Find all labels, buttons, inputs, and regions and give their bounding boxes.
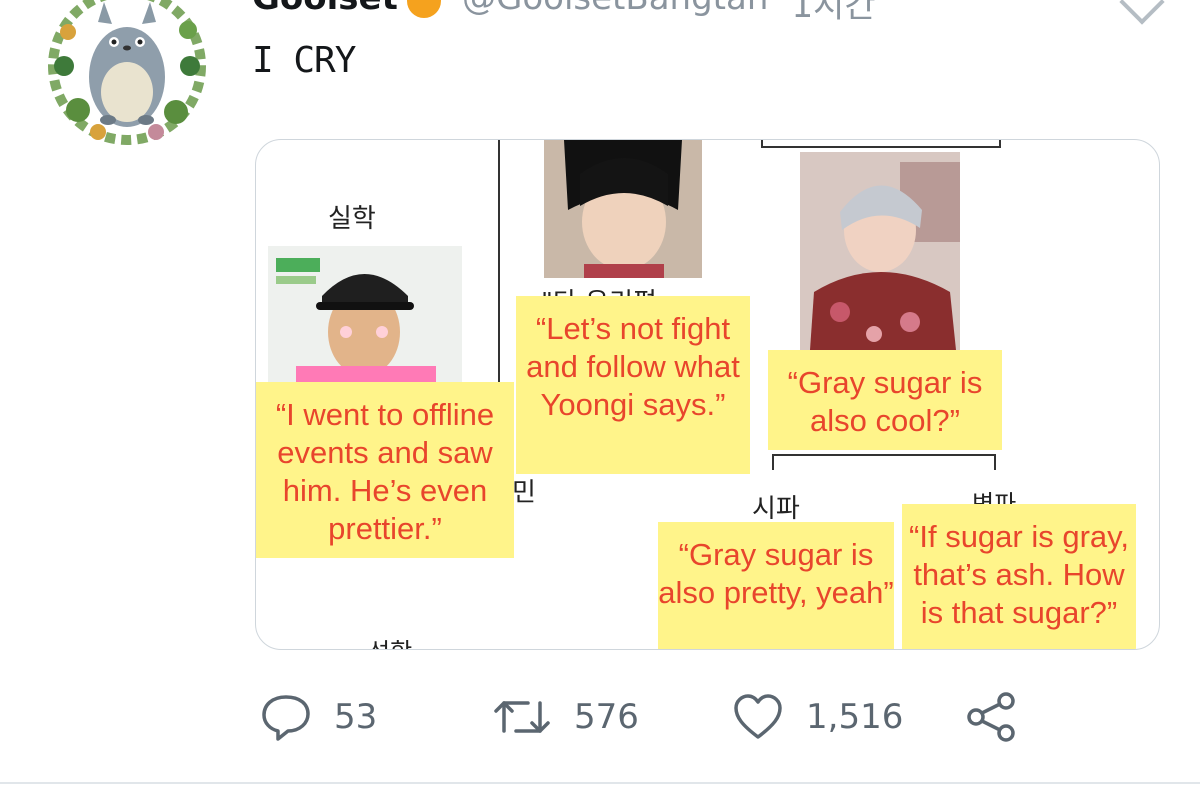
share-button[interactable] [964,685,1020,749]
reply-icon [262,695,310,741]
quote-note-2: “Let’s not fight and follow what Yoongi … [516,296,750,474]
tweet-media-image[interactable]: 실학 "다 우리편 ~ 민 시파 변파 석학 [255,139,1160,650]
tweet-text: I CRY [252,40,356,81]
quote-note-3: “Gray sugar is also cool?” [768,350,1002,450]
chart-line [994,454,996,470]
tweet-divider [0,782,1200,784]
retweet-count: 576 [574,697,639,737]
chart-line [999,140,1001,148]
tweet-actions: 53 576 1,516 [0,685,1200,755]
like-count: 1,516 [806,697,904,737]
display-name[interactable]: Gooiset [252,0,398,18]
photo-suga-gray-hair [800,152,960,350]
reply-count: 53 [334,697,378,737]
photo-rm [268,246,462,386]
share-icon [967,692,1015,742]
quote-note-1: “I went to offline events and saw him. H… [256,382,514,558]
chart-line [761,146,1001,148]
reply-button[interactable]: 53 [260,685,377,749]
totoro-avatar-illustration [47,0,207,146]
orange-emoji-icon [406,0,441,18]
label-sipa: 시파 [752,494,800,524]
like-button[interactable]: 1,516 [732,685,903,749]
chart-line [772,454,996,456]
retweet-icon [494,701,550,733]
quote-note-4: “Gray sugar is also pretty, yeah” [658,522,894,649]
chart-line [772,454,774,470]
photo-suga-black-hair [544,140,702,278]
timestamp[interactable]: 1시간 [791,0,875,27]
label-silhak: 실학 [328,204,376,234]
quote-note-5: “If sugar is gray, that’s ash. How is th… [902,504,1136,649]
tweet-header: Gooiset @GooisetBangtan 1시간 [252,0,876,26]
avatar[interactable] [38,0,216,150]
chevron-down-icon[interactable] [1119,0,1165,25]
like-icon [734,694,782,739]
user-handle[interactable]: @GooisetBangtan [462,0,768,18]
label-min: 민 [512,478,536,508]
label-seokhak: 석학 [368,632,412,649]
retweet-button[interactable]: 576 [492,685,639,749]
